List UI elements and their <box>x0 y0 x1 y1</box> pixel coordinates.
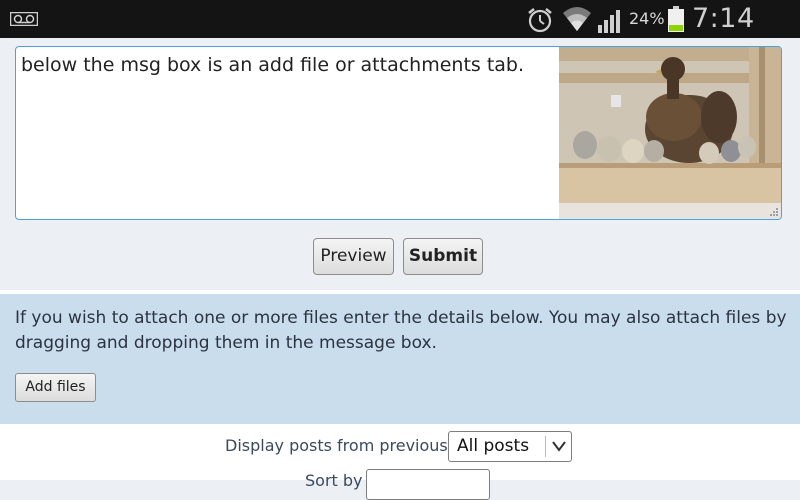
status-bar: 24% 7:14 PM <box>0 0 800 65</box>
voicemail-icon <box>10 12 38 26</box>
resize-grip-icon[interactable] <box>769 207 779 217</box>
submit-button[interactable]: Submit <box>403 238 483 275</box>
display-posts-label: Display posts from previous: <box>225 436 454 455</box>
sort-by-select[interactable] <box>366 469 490 500</box>
chicken-photo <box>559 47 781 219</box>
preview-button[interactable]: Preview <box>313 238 394 275</box>
display-posts-value: All posts <box>457 436 530 456</box>
signal-icon <box>598 10 620 33</box>
attachments-panel: If you wish to attach one or more files … <box>0 294 800 424</box>
chevron-down-icon <box>552 441 566 452</box>
battery-percent: 24% <box>629 9 665 28</box>
attachments-instructions: If you wish to attach one or more files … <box>15 308 787 353</box>
wifi-icon <box>563 7 591 31</box>
photo-illustration <box>559 47 781 219</box>
battery-icon <box>668 6 684 32</box>
sort-by-label: Sort by <box>305 471 363 490</box>
display-posts-select[interactable]: All posts <box>448 431 572 462</box>
alarm-icon <box>528 8 552 33</box>
message-textarea[interactable]: below the msg box is an add file or atta… <box>15 46 782 220</box>
add-files-button[interactable]: Add files <box>15 373 96 402</box>
select-separator <box>545 436 546 457</box>
message-text[interactable]: below the msg box is an add file or atta… <box>21 54 524 76</box>
display-options: Display posts from previous: All posts S… <box>0 424 800 500</box>
post-form: below the msg box is an add file or atta… <box>0 38 800 290</box>
